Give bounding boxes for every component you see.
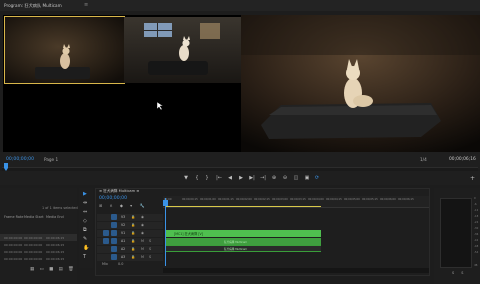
multicam-toggle-button[interactable]: ⟳ [313,175,321,181]
lock-icon[interactable]: 🔒 [131,223,135,227]
step-forward-button[interactable]: ▶| [248,175,256,181]
items-selected-text: 1 of 1 items selected [42,206,78,210]
ripple-edit-tool-icon[interactable]: ⇔ [83,209,87,215]
track-target-a3[interactable] [111,254,117,260]
comparison-view-button[interactable]: ▣ [303,175,311,181]
export-frame-button[interactable]: ◫ [292,175,300,181]
list-item[interactable]: 00:00:00:00 00:00:00:00 00:00:06:15 [0,248,77,255]
track-header-a3[interactable]: A3 🔒 M S [97,254,163,261]
selection-tool-icon[interactable]: ▶ [83,191,87,197]
lock-icon[interactable]: 🔒 [131,239,135,243]
extract-button[interactable]: ⊖ [281,175,289,181]
resolution-select[interactable]: 1/4 [420,157,427,162]
page-select[interactable]: Page 1 [44,157,58,162]
add-marker-button[interactable]: ▼ [182,175,190,181]
pen-tool-icon[interactable]: ✎ [83,236,87,242]
track-header-a2[interactable]: A2 🔒 M S [97,246,163,253]
column-header-media-end[interactable]: Media End [46,215,64,219]
meter-solo-buttons[interactable]: S S [452,271,466,275]
multicam-view[interactable] [3,15,242,152]
program-preview[interactable] [241,15,480,152]
source-patch-a1[interactable] [103,238,109,244]
mouse-cursor-icon [157,102,163,110]
track-target-v2[interactable] [111,222,117,228]
step-back-button[interactable]: ◀ [226,175,234,181]
mute-icon[interactable]: M [141,239,144,243]
track-target-v1[interactable] [111,230,117,236]
playhead-timecode[interactable]: 00;00;00;00 [6,157,34,162]
camera-angle-2[interactable] [124,17,242,83]
track-header-a1[interactable]: A1 🔒 M S [97,238,163,245]
column-header-media-start[interactable]: Media Start [24,215,44,219]
lift-button[interactable]: ⊕ [270,175,278,181]
solo-icon[interactable]: S [149,255,151,259]
mix-label: Mix [102,262,108,266]
list-item[interactable]: 00:00:00:00 00:00:00:00 00:00:06:15 [0,255,77,262]
track-header-v2[interactable]: V2 🔒 ◉ [97,222,163,229]
program-monitor-header [0,0,480,11]
column-header-frame-rate[interactable]: Frame Rate [4,215,23,219]
hand-tool-icon[interactable]: ✋ [83,245,89,251]
playhead-handle[interactable] [163,200,168,206]
lock-icon[interactable]: 🔒 [131,247,135,251]
track-select-tool-icon[interactable]: ⇹ [83,200,87,206]
play-button[interactable]: ▶ [237,175,245,181]
program-monitor-title[interactable]: Program: 狂犬病队 Multicam [4,3,62,9]
audio-clip-a1[interactable]: 狂犬病隊 Multicam [166,238,321,245]
duration-timecode: 00;00;06;16 [449,157,476,162]
project-panel-toolbar[interactable]: ▦ ▭ ■ ▤ 🗑 [30,267,76,272]
list-item[interactable]: 00:00:00:00 00:00:00:00 00:00:06:15 [0,234,77,241]
lock-icon[interactable]: 🔒 [131,255,135,259]
scrub-playhead-icon[interactable] [4,163,8,171]
audio-meter [440,198,472,268]
solo-icon[interactable]: S [149,247,151,251]
eye-icon[interactable]: ◉ [141,231,144,235]
work-area-bar[interactable] [165,206,321,207]
slip-tool-icon[interactable]: ⧉ [83,227,87,233]
mute-icon[interactable]: M [141,255,144,259]
timeline-playhead[interactable] [165,198,166,266]
razor-tool-icon[interactable]: ◇ [83,218,87,224]
lock-icon[interactable]: 🔒 [131,231,135,235]
video-clip-label: [MC1] 狂犬病隊 [V] [174,232,203,236]
track-header-v1[interactable]: V1 🔒 ◉ [97,230,163,237]
list-item[interactable]: 00:00:00:00 00:00:00:00 00:00:06:15 [0,241,77,248]
sequence-timecode[interactable]: 00;00;00;00 [99,196,127,201]
panel-menu-icon[interactable]: ≡ [84,2,88,8]
track-target-a1[interactable] [111,238,117,244]
lock-icon[interactable]: 🔒 [131,215,135,219]
timeline-settings-icons[interactable]: ⊞ ∩ ◆ ▾ 🔧 [99,203,147,208]
go-to-in-button[interactable]: |← [215,175,223,181]
source-patch-v1[interactable] [103,230,109,236]
track-target-a2[interactable] [111,246,117,252]
mark-in-button[interactable]: { [193,175,201,181]
mute-icon[interactable]: M [141,247,144,251]
track-header-v3[interactable]: V3 🔒 ◉ [97,214,163,221]
mark-out-button[interactable]: } [203,175,211,181]
solo-icon[interactable]: S [149,239,151,243]
eye-icon[interactable]: ◉ [141,223,144,227]
sequence-tab[interactable]: ≡ 狂犬病隊 Multicam ≡ [99,189,139,194]
audio-clip-a2[interactable]: 狂犬病隊 Multicam [166,245,321,252]
timeline-zoom-scrollbar[interactable] [163,268,429,273]
eye-icon[interactable]: ◉ [141,215,144,219]
camera-angle-1[interactable] [4,16,125,84]
type-tool-icon[interactable]: T [83,254,86,260]
button-editor-icon[interactable]: + [470,175,475,182]
mix-value[interactable]: 0.0 [118,262,123,266]
go-to-out-button[interactable]: →| [259,175,267,181]
track-target-v3[interactable] [111,214,117,220]
